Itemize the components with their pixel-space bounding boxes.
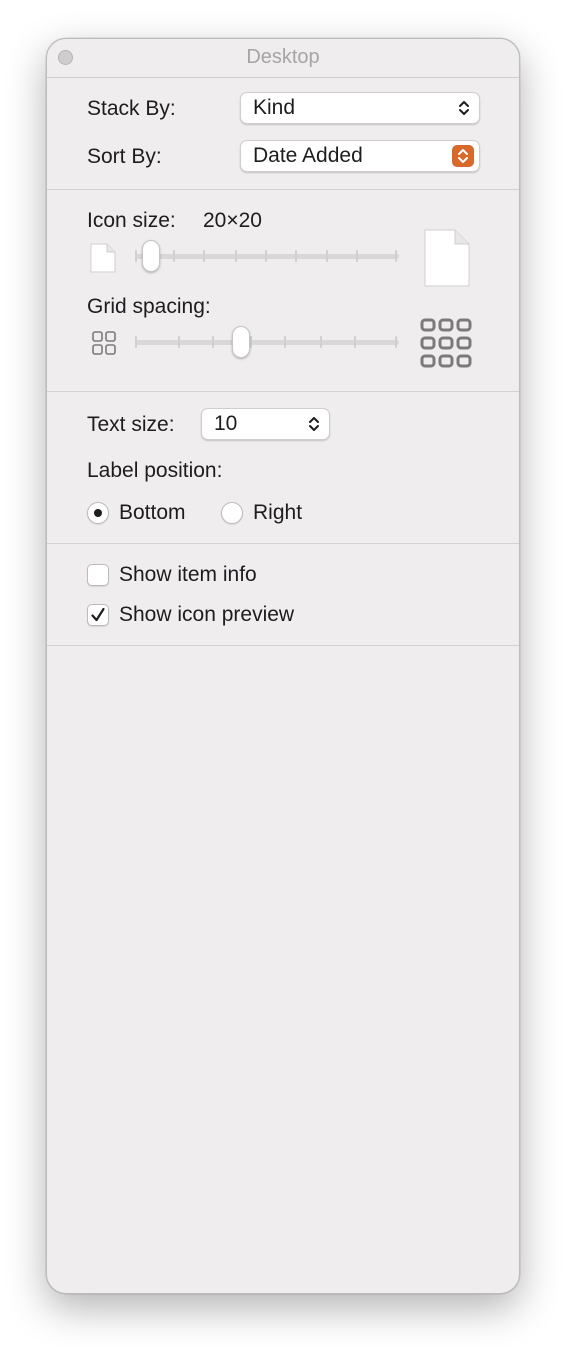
slider-tick [250, 336, 252, 348]
icon-size-value: 20×20 [203, 209, 262, 232]
stack-by-popup[interactable]: Kind [240, 92, 480, 124]
sort-by-chevron-button [452, 145, 474, 167]
small-grid-icon [92, 331, 116, 355]
slider-tick [203, 250, 205, 262]
slider-tick [395, 250, 397, 262]
title-bar[interactable]: Desktop [47, 39, 519, 78]
slider-tick [235, 250, 237, 262]
bottom-radio-button[interactable] [87, 502, 109, 524]
large-document-icon [424, 229, 470, 287]
slider-tick [284, 336, 286, 348]
stack-by-value: Kind [253, 96, 296, 119]
label-position-label: Label position: [87, 459, 223, 482]
stack-by-label: Stack By: [87, 97, 176, 120]
slider-tick [135, 336, 137, 348]
right-radio-label[interactable]: Right [253, 501, 302, 525]
separator [47, 391, 519, 392]
grid-spacing-slider-track [135, 340, 399, 345]
desktop-view-options-window: Desktop Stack By: Kind Sort By: Date Add… [46, 38, 520, 1294]
show-icon-preview-checkbox[interactable] [87, 604, 109, 626]
grid-spacing-slider-knob[interactable] [232, 326, 250, 358]
separator [47, 645, 519, 646]
text-size-value: 10 [214, 412, 238, 435]
text-size-popup[interactable]: 10 [201, 408, 330, 440]
text-size-label: Text size: [87, 413, 175, 436]
icon-size-slider-knob[interactable] [142, 240, 160, 272]
show-item-info-checkbox[interactable] [87, 564, 109, 586]
radio-selected-dot [94, 509, 102, 517]
slider-tick [326, 250, 328, 262]
chevron-up-down-icon [309, 417, 319, 431]
slider-tick [212, 336, 214, 348]
separator [47, 543, 519, 544]
slider-tick [356, 250, 358, 262]
right-radio-button[interactable] [221, 502, 243, 524]
slider-tick [295, 250, 297, 262]
checkmark-icon [91, 607, 105, 622]
sort-by-value: Date Added [253, 144, 363, 167]
separator [47, 189, 519, 190]
slider-tick [354, 336, 356, 348]
chevron-up-down-icon [459, 101, 469, 115]
slider-tick [173, 250, 175, 262]
sort-by-label: Sort By: [87, 145, 162, 168]
slider-tick [265, 250, 267, 262]
sort-by-popup[interactable]: Date Added [240, 140, 480, 172]
chevron-up-down-icon [458, 149, 468, 163]
icon-size-label: Icon size: [87, 209, 176, 232]
show-item-info-label[interactable]: Show item info [119, 563, 257, 587]
slider-tick [178, 336, 180, 348]
window-title: Desktop [246, 46, 320, 68]
slider-tick [320, 336, 322, 348]
slider-tick [395, 336, 397, 348]
slider-tick [135, 250, 137, 262]
show-icon-preview-label[interactable]: Show icon preview [119, 603, 294, 627]
bottom-radio-label[interactable]: Bottom [119, 501, 186, 525]
grid-spacing-label: Grid spacing: [87, 295, 211, 318]
small-document-icon [90, 243, 116, 273]
large-grid-icon [420, 318, 472, 368]
